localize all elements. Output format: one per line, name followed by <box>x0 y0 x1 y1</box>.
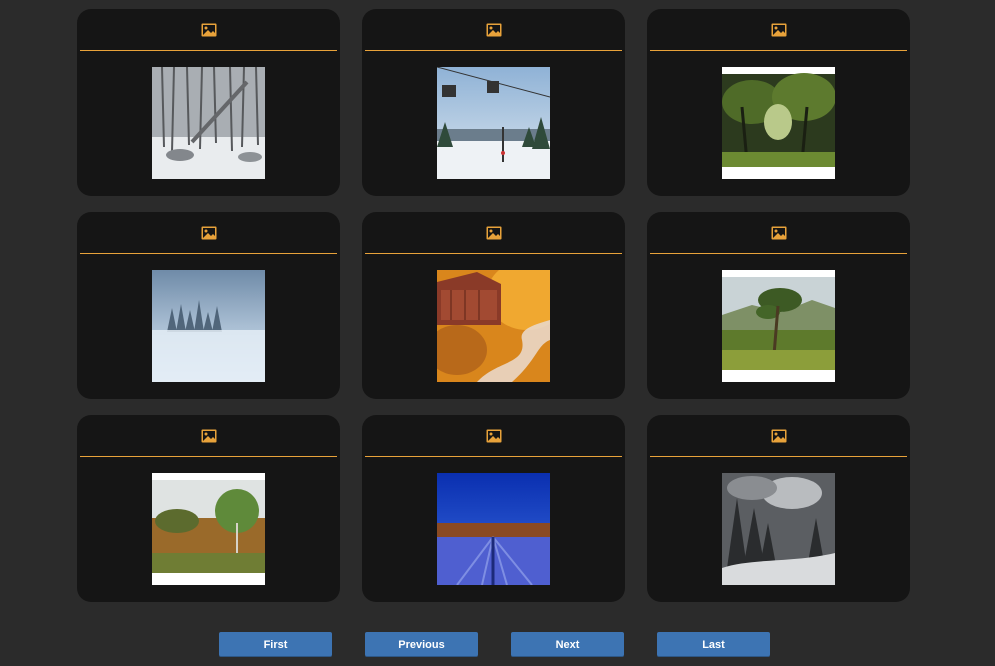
gallery-card-7 <box>77 415 340 602</box>
thumbnail-autumn-covered-bridge[interactable] <box>437 270 550 382</box>
gallery-card-5 <box>362 212 625 399</box>
card-header <box>365 415 622 457</box>
card-header <box>80 9 337 51</box>
gallery-card-4 <box>77 212 340 399</box>
gallery-card-3 <box>647 9 910 196</box>
card-header <box>365 212 622 254</box>
gallery-card-8 <box>362 415 625 602</box>
first-page-button[interactable]: First <box>219 632 332 657</box>
card-header <box>80 415 337 457</box>
image-icon <box>486 226 501 239</box>
thumbnail-autumn-bracken-birch[interactable] <box>152 473 265 585</box>
card-header <box>365 9 622 51</box>
thumbnail-ski-chairlift[interactable] <box>437 67 550 179</box>
image-icon <box>771 429 786 442</box>
gallery-card-1 <box>77 9 340 196</box>
image-grid <box>77 9 910 602</box>
card-header <box>80 212 337 254</box>
last-page-button[interactable]: Last <box>657 632 770 657</box>
gallery-card-6 <box>647 212 910 399</box>
thumbnail-blue-sky-snow-field[interactable] <box>437 473 550 585</box>
thumbnail-green-woodland[interactable] <box>722 67 835 179</box>
gallery-page: First Previous Next Last <box>0 0 995 666</box>
image-icon <box>771 226 786 239</box>
image-icon <box>201 23 216 36</box>
previous-page-button[interactable]: Previous <box>365 632 478 657</box>
next-page-button[interactable]: Next <box>511 632 624 657</box>
image-icon <box>201 226 216 239</box>
card-header <box>650 9 907 51</box>
thumbnail-scots-pine-highlands[interactable] <box>722 270 835 382</box>
gallery-card-2 <box>362 9 625 196</box>
thumbnail-dark-snowy-pines[interactable] <box>722 473 835 585</box>
thumbnail-snowy-forest[interactable] <box>152 67 265 179</box>
image-icon <box>486 23 501 36</box>
pagination: First Previous Next Last <box>219 632 770 657</box>
image-icon <box>486 429 501 442</box>
image-icon <box>201 429 216 442</box>
thumbnail-misty-winter-forest[interactable] <box>152 270 265 382</box>
image-icon <box>771 23 786 36</box>
gallery-card-9 <box>647 415 910 602</box>
card-header <box>650 415 907 457</box>
card-header <box>650 212 907 254</box>
